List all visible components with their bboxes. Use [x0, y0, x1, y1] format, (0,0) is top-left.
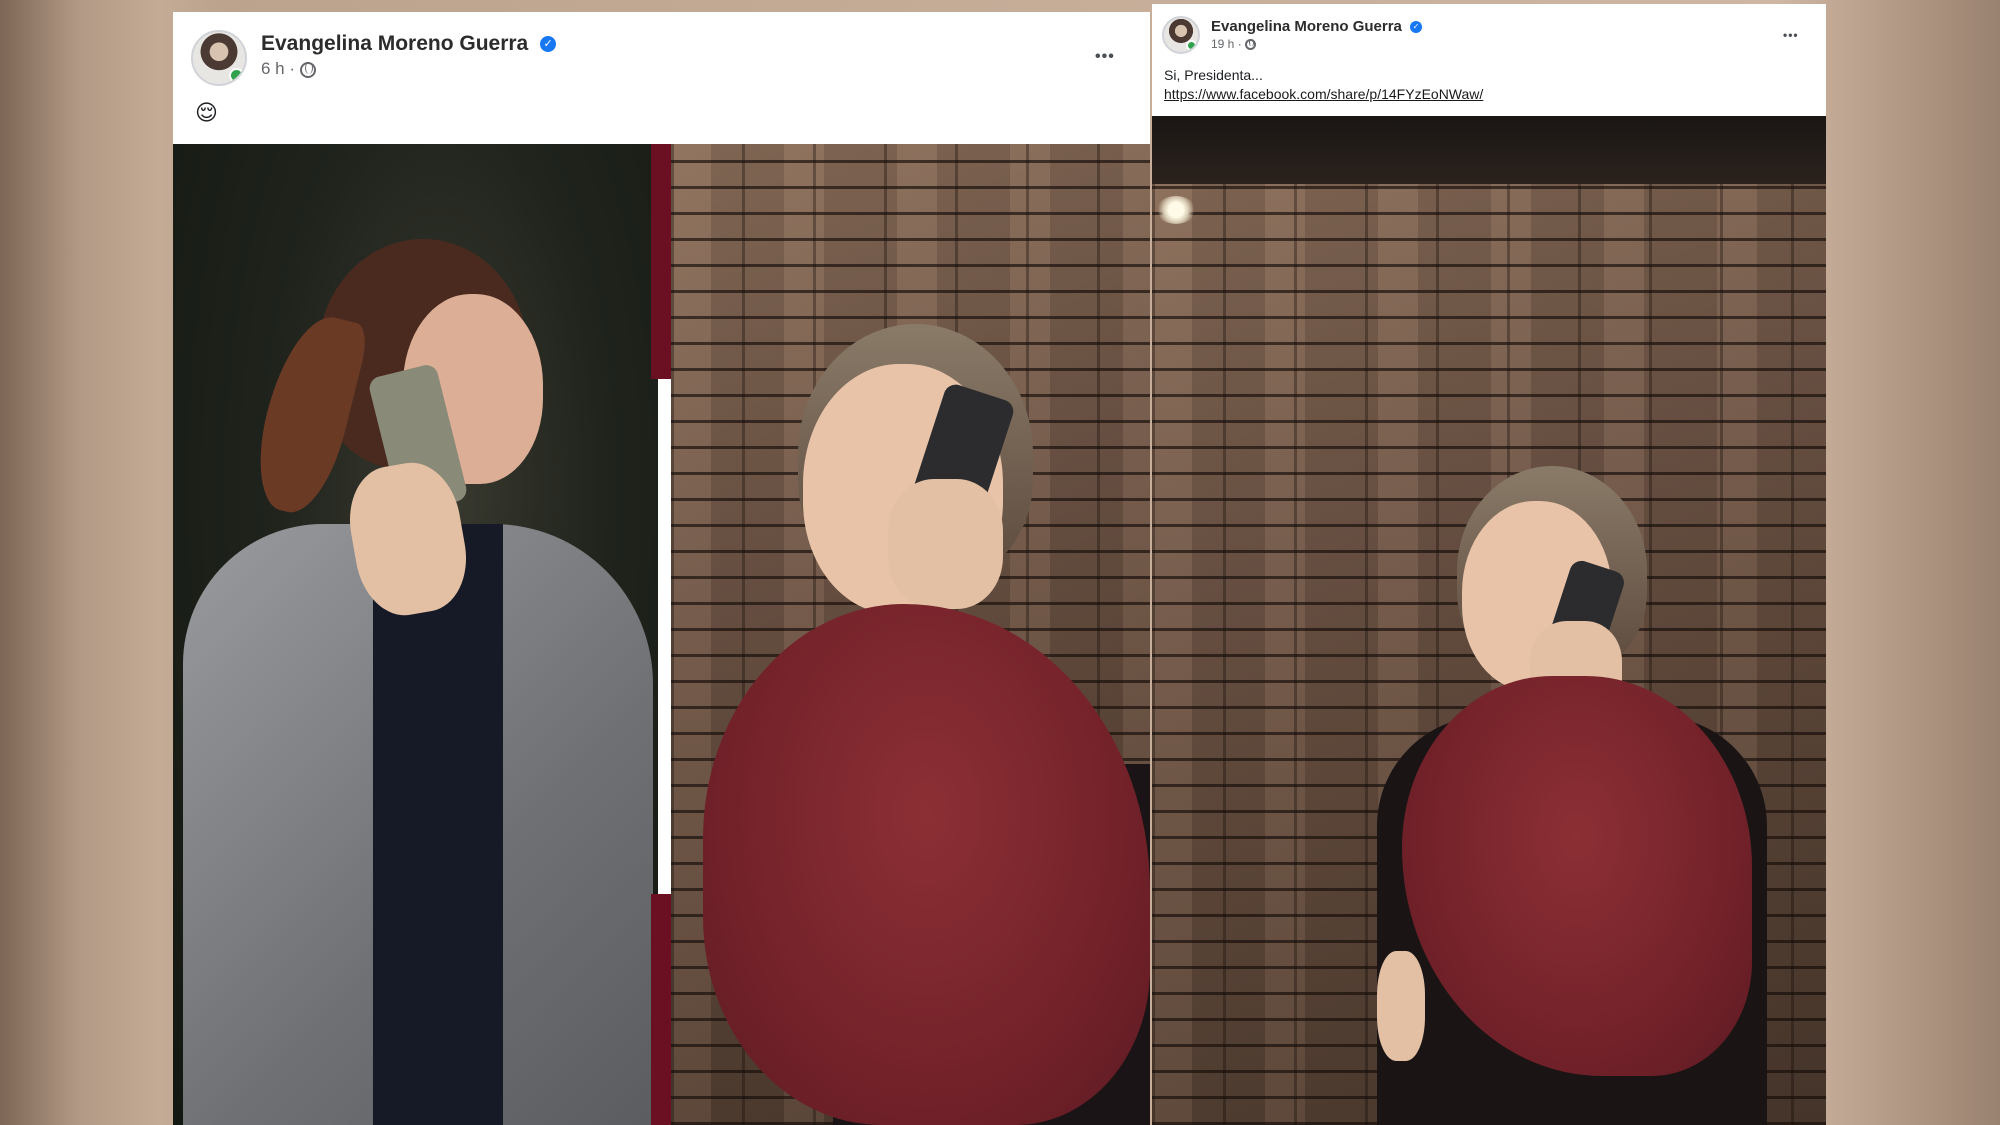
- person-left-hand: [1377, 951, 1425, 1061]
- ceiling: [1152, 116, 1826, 184]
- post-time[interactable]: 19 h: [1211, 37, 1234, 51]
- post-photo[interactable]: [173, 144, 1150, 1125]
- post-card-left: Evangelina Moreno Guerra ✓ 6 h · ••• 😌: [173, 12, 1150, 1125]
- meta-separator: ·: [289, 59, 296, 78]
- post-body-emoji: 😌: [195, 100, 218, 125]
- person-turtleneck: [373, 524, 503, 1125]
- globe-icon: [299, 61, 316, 78]
- divider-bar-bottom: [651, 894, 671, 1125]
- author-name[interactable]: Evangelina Moreno Guerra: [261, 32, 528, 55]
- online-status-dot: [1185, 39, 1198, 52]
- post-meta: 19 h ·: [1211, 37, 1257, 51]
- post-photo[interactable]: [1152, 116, 1826, 1125]
- online-status-dot: [228, 67, 244, 83]
- person-hand: [888, 479, 1003, 609]
- author-name-row: Evangelina Moreno Guerra ✓: [261, 32, 557, 56]
- ceiling-light: [1156, 196, 1196, 224]
- verified-badge-icon: ✓: [540, 36, 557, 53]
- more-options-icon[interactable]: •••: [1783, 28, 1799, 42]
- post-body-text: Si, Presidenta...: [1164, 67, 1263, 83]
- verified-badge-icon: ✓: [1410, 21, 1423, 34]
- more-options-icon[interactable]: •••: [1095, 48, 1115, 66]
- post-meta: 6 h ·: [261, 59, 316, 79]
- author-name-row: Evangelina Moreno Guerra ✓: [1211, 18, 1423, 35]
- author-avatar[interactable]: [1162, 16, 1200, 54]
- post-share-link[interactable]: https://www.facebook.com/share/p/14FYzEo…: [1164, 86, 1483, 102]
- globe-icon: [1245, 39, 1257, 51]
- post-time[interactable]: 6 h: [261, 59, 285, 78]
- photo-panel-left: [173, 144, 658, 1125]
- divider-bar-top: [651, 144, 671, 379]
- author-name[interactable]: Evangelina Moreno Guerra: [1211, 18, 1402, 35]
- meta-separator: ·: [1237, 37, 1242, 51]
- post-card-right: Evangelina Moreno Guerra ✓ 19 h · ••• Si…: [1152, 4, 1826, 1125]
- author-avatar[interactable]: [191, 30, 247, 86]
